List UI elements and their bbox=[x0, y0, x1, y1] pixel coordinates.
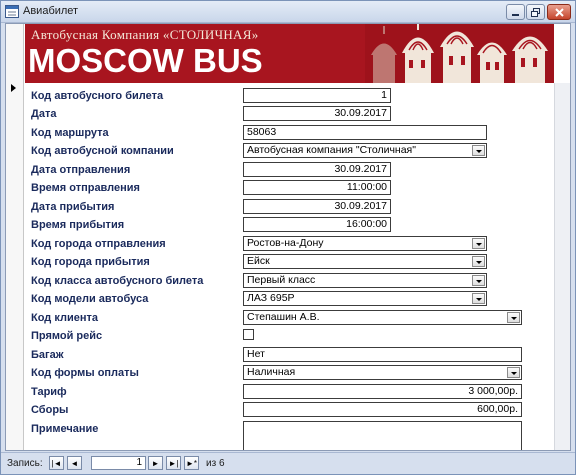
label-fees: Сборы bbox=[31, 404, 69, 416]
label-payment-form: Код формы оплаты bbox=[31, 367, 139, 379]
label-client: Код клиента bbox=[31, 312, 98, 324]
header-banner: Автобусная Компания «СТОЛИЧНАЯ» MOSCOW B… bbox=[25, 24, 554, 83]
departure-city-combobox[interactable]: Ростов-на-Дону bbox=[243, 236, 487, 251]
close-button[interactable] bbox=[547, 4, 571, 20]
current-record-icon bbox=[11, 84, 16, 92]
bus-company-combobox[interactable]: Автобусная компания "Столичная" bbox=[243, 143, 487, 158]
last-record-button[interactable]: ►| bbox=[166, 456, 181, 470]
window-title: Авиабилет bbox=[23, 5, 79, 17]
client-value: Степашин А.В. bbox=[247, 311, 320, 323]
record-selector[interactable] bbox=[6, 24, 24, 450]
chevron-down-icon[interactable] bbox=[472, 256, 485, 267]
previous-record-button[interactable]: ◄ bbox=[67, 456, 82, 470]
arrival-date-value: 30.09.2017 bbox=[334, 200, 387, 212]
form-body: Автобусная Компания «СТОЛИЧНАЯ» MOSCOW B… bbox=[5, 23, 571, 451]
departure-time-field[interactable]: 11:00:00 bbox=[243, 180, 391, 195]
vertical-scrollbar[interactable] bbox=[554, 83, 570, 450]
notes-field[interactable] bbox=[243, 421, 522, 450]
fare-field[interactable]: 3 000,00р. bbox=[243, 384, 522, 399]
fare-value: 3 000,00р. bbox=[468, 385, 518, 397]
label-bus-model: Код модели автобуса bbox=[31, 293, 149, 305]
ticket-class-value: Первый класс bbox=[247, 274, 316, 286]
first-record-button[interactable]: |◄ bbox=[49, 456, 64, 470]
label-bus-company: Код автобусной компании bbox=[31, 145, 174, 157]
current-record-value: 1 bbox=[136, 457, 142, 468]
label-fare: Тариф bbox=[31, 386, 67, 398]
payment-form-value: Наличная bbox=[247, 366, 296, 378]
payment-form-combobox[interactable]: Наличная bbox=[243, 365, 522, 380]
label-notes: Примечание bbox=[31, 423, 99, 435]
chevron-down-icon[interactable] bbox=[472, 238, 485, 249]
arrival-time-field[interactable]: 16:00:00 bbox=[243, 217, 391, 232]
label-baggage: Багаж bbox=[31, 349, 64, 361]
direct-flight-checkbox[interactable] bbox=[243, 329, 254, 340]
label-date: Дата bbox=[31, 108, 57, 120]
fees-value: 600,00р. bbox=[477, 403, 518, 415]
cathedral-domes-image bbox=[365, 24, 554, 83]
form-icon bbox=[5, 5, 19, 18]
label-arrival-city: Код города прибытия bbox=[31, 256, 150, 268]
route-id-field[interactable]: 58063 bbox=[243, 125, 487, 140]
date-field[interactable]: 30.09.2017 bbox=[243, 106, 391, 121]
baggage-value: Нет bbox=[247, 348, 265, 360]
last-record-icon: ►| bbox=[168, 458, 179, 468]
record-navigation-bar: Запись: |◄ ◄ 1 ► ►| ►* из 6 bbox=[1, 452, 575, 474]
first-record-icon: |◄ bbox=[51, 458, 62, 468]
label-departure-time: Время отправления bbox=[31, 182, 140, 194]
bus-company-value: Автобусная компания "Столичная" bbox=[247, 144, 416, 156]
arrival-city-combobox[interactable]: Ейск bbox=[243, 254, 487, 269]
ticket-id-field[interactable]: 1 bbox=[243, 88, 391, 103]
label-departure-date: Дата отправления bbox=[31, 164, 131, 176]
label-arrival-date: Дата прибытия bbox=[31, 201, 115, 213]
route-id-value: 58063 bbox=[247, 126, 277, 138]
ticket-class-combobox[interactable]: Первый класс bbox=[243, 273, 487, 288]
bus-model-combobox[interactable]: ЛАЗ 695Р bbox=[243, 291, 487, 306]
bus-model-value: ЛАЗ 695Р bbox=[247, 292, 295, 304]
chevron-down-icon[interactable] bbox=[472, 145, 485, 156]
new-record-icon: ►* bbox=[185, 458, 198, 468]
restore-icon bbox=[530, 7, 540, 17]
title-bar: Авиабилет bbox=[1, 1, 575, 23]
departure-date-field[interactable]: 30.09.2017 bbox=[243, 162, 391, 177]
client-combobox[interactable]: Степашин А.В. bbox=[243, 310, 522, 325]
close-icon bbox=[554, 7, 564, 17]
banner-company-name: Автобусная Компания «СТОЛИЧНАЯ» bbox=[31, 27, 259, 42]
label-departure-city: Код города отправления bbox=[31, 238, 166, 250]
chevron-down-icon[interactable] bbox=[507, 367, 520, 378]
departure-city-value: Ростов-на-Дону bbox=[247, 237, 324, 249]
minimize-icon bbox=[512, 13, 519, 16]
record-label: Запись: bbox=[7, 458, 43, 469]
banner-title: MOSCOW BUS bbox=[28, 42, 263, 79]
fees-field[interactable]: 600,00р. bbox=[243, 402, 522, 417]
ticket-id-value: 1 bbox=[381, 89, 387, 101]
access-window: Авиабилет Автобусная Компания «СТОЛИЧНАЯ… bbox=[0, 0, 576, 475]
maximize-button[interactable] bbox=[526, 4, 545, 20]
new-record-button[interactable]: ►* bbox=[184, 456, 199, 470]
departure-time-value: 11:00:00 bbox=[346, 181, 387, 193]
previous-record-icon: ◄ bbox=[70, 458, 79, 468]
baggage-field[interactable]: Нет bbox=[243, 347, 522, 362]
current-record-input[interactable]: 1 bbox=[91, 456, 146, 470]
chevron-down-icon[interactable] bbox=[472, 293, 485, 304]
arrival-date-field[interactable]: 30.09.2017 bbox=[243, 199, 391, 214]
arrival-city-value: Ейск bbox=[247, 255, 270, 267]
departure-date-value: 30.09.2017 bbox=[334, 163, 387, 175]
arrival-time-value: 16:00:00 bbox=[346, 218, 387, 230]
date-value: 30.09.2017 bbox=[334, 107, 387, 119]
label-direct-flight: Прямой рейс bbox=[31, 330, 103, 342]
chevron-down-icon[interactable] bbox=[472, 275, 485, 286]
next-record-button[interactable]: ► bbox=[148, 456, 163, 470]
label-route-id: Код маршрута bbox=[31, 127, 109, 139]
next-record-icon: ► bbox=[151, 458, 160, 468]
chevron-down-icon[interactable] bbox=[507, 312, 520, 323]
record-count: из 6 bbox=[206, 458, 225, 469]
label-arrival-time: Время прибытия bbox=[31, 219, 125, 231]
label-ticket-id: Код автобусного билета bbox=[31, 90, 164, 102]
label-ticket-class: Код класса автобусного билета bbox=[31, 275, 204, 287]
minimize-button[interactable] bbox=[506, 4, 525, 20]
